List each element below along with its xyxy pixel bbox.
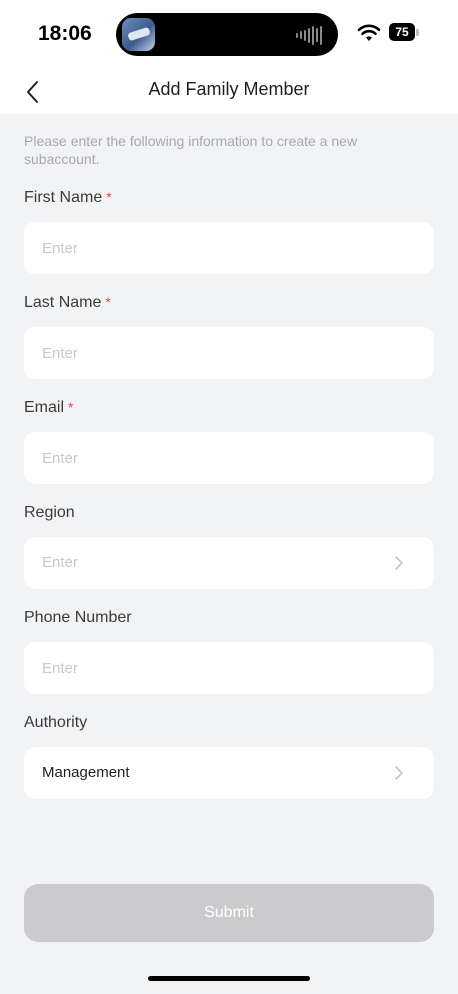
phone-label: Phone Number: [24, 609, 132, 627]
region-label-text: Region: [24, 504, 75, 521]
phone-input[interactable]: [42, 642, 392, 694]
last-name-label: Last Name *: [24, 294, 111, 312]
first-name-field[interactable]: [24, 222, 434, 274]
region-placeholder: Enter: [42, 554, 78, 571]
dynamic-island: [116, 13, 338, 56]
status-bar: 18:06 75: [0, 0, 458, 70]
region-select[interactable]: Enter: [24, 537, 434, 589]
last-name-input[interactable]: [42, 327, 392, 379]
phone-label-text: Phone Number: [24, 609, 132, 626]
last-name-label-text: Last Name: [24, 294, 102, 311]
email-input[interactable]: [42, 432, 392, 484]
authority-select[interactable]: Management: [24, 747, 434, 799]
first-name-label: First Name *: [24, 189, 112, 207]
intro-text: Please enter the following information t…: [24, 133, 358, 167]
first-name-label-text: First Name: [24, 189, 103, 206]
last-name-field[interactable]: [24, 327, 434, 379]
battery-icon: 75: [389, 23, 415, 41]
email-field[interactable]: [24, 432, 434, 484]
chevron-left-icon: [27, 81, 38, 103]
chevron-right-icon: [395, 556, 403, 570]
required-mark: *: [105, 294, 111, 310]
authority-label-text: Authority: [24, 714, 88, 731]
required-mark: *: [68, 399, 74, 415]
chevron-right-icon: [395, 766, 403, 780]
required-mark: *: [106, 189, 112, 205]
audio-wave-icon: [296, 25, 322, 45]
battery-cap: [416, 29, 419, 36]
nav-bar: Add Family Member: [0, 70, 458, 114]
wifi-icon: [357, 24, 381, 41]
first-name-input[interactable]: [42, 222, 392, 274]
email-label: Email *: [24, 399, 73, 417]
page-title: Add Family Member: [148, 79, 310, 99]
submit-button[interactable]: Submit: [24, 884, 434, 942]
email-label-text: Email: [24, 399, 65, 416]
phone-field[interactable]: [24, 642, 434, 694]
back-button[interactable]: [20, 74, 50, 110]
region-label: Region: [24, 504, 75, 522]
authority-value: Management: [42, 764, 130, 781]
authority-label: Authority: [24, 714, 87, 732]
home-indicator: [148, 976, 310, 981]
app-thumbnail-icon: [122, 18, 155, 51]
status-time: 18:06: [38, 22, 92, 45]
